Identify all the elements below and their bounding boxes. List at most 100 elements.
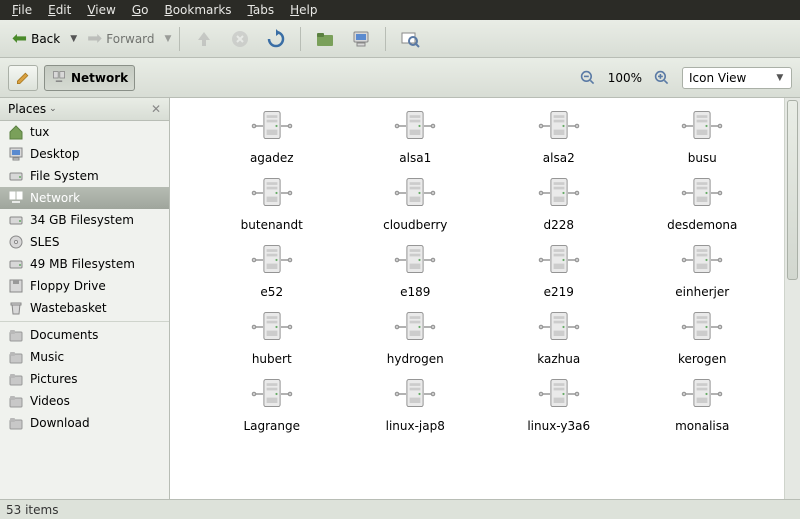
view-mode-select[interactable]: Icon View ▼ xyxy=(682,67,792,89)
sidebar-item-documents[interactable]: Documents xyxy=(0,324,169,346)
host-label: e219 xyxy=(544,285,574,299)
sidebar-item-label: Network xyxy=(30,191,80,205)
folder-home-icon xyxy=(315,29,335,49)
network-host[interactable]: linux-y3a6 xyxy=(497,376,621,433)
network-host[interactable]: einherjer xyxy=(641,242,765,299)
location-network-button[interactable]: Network xyxy=(44,65,135,91)
zoom-in-button[interactable] xyxy=(648,67,676,89)
network-host[interactable]: e219 xyxy=(497,242,621,299)
network-host[interactable]: kazhua xyxy=(497,309,621,366)
host-label: kazhua xyxy=(537,352,580,366)
network-host[interactable]: alsa1 xyxy=(354,108,478,165)
sidebar-item-wastebasket[interactable]: Wastebasket xyxy=(0,297,169,319)
network-host[interactable]: kerogen xyxy=(641,309,765,366)
search-button[interactable] xyxy=(394,26,426,52)
sidebar-item-pictures[interactable]: Pictures xyxy=(0,368,169,390)
server-icon xyxy=(537,309,581,348)
separator xyxy=(385,27,386,51)
view-mode-label: Icon View xyxy=(689,71,746,85)
zoom-in-icon xyxy=(654,70,670,86)
network-host[interactable]: hubert xyxy=(210,309,334,366)
network-host[interactable]: monalisa xyxy=(641,376,765,433)
menu-go[interactable]: Go xyxy=(124,1,157,19)
sidebar-item-music[interactable]: Music xyxy=(0,346,169,368)
zoom-percent: 100% xyxy=(608,71,642,85)
icon-view[interactable]: agadez alsa1 alsa2 busu butenandt cloudb… xyxy=(170,98,784,499)
sidebar: Places ⌄ ✕ tux Desktop File System Network 3… xyxy=(0,98,170,499)
sidebar-title: Places xyxy=(8,102,46,116)
computer-button[interactable] xyxy=(345,26,377,52)
network-host[interactable]: hydrogen xyxy=(354,309,478,366)
sidebar-item-label: Desktop xyxy=(30,147,80,161)
server-icon xyxy=(680,108,724,147)
network-host[interactable]: e189 xyxy=(354,242,478,299)
sidebar-item-label: Pictures xyxy=(30,372,78,386)
sidebar-item-tux[interactable]: tux xyxy=(0,121,169,143)
server-icon xyxy=(250,376,294,415)
back-button[interactable]: ⬅ Back xyxy=(6,25,66,52)
close-sidebar-button[interactable]: ✕ xyxy=(151,102,161,116)
back-label: Back xyxy=(31,32,60,46)
sidebar-item-label: Videos xyxy=(30,394,70,408)
sidebar-item-34-gb-filesystem[interactable]: 34 GB Filesystem xyxy=(0,209,169,231)
host-label: einherjer xyxy=(675,285,729,299)
search-icon xyxy=(400,29,420,49)
server-icon xyxy=(537,175,581,214)
sidebar-item-label: Wastebasket xyxy=(30,301,107,315)
server-icon xyxy=(537,242,581,281)
network-host[interactable]: Lagrange xyxy=(210,376,334,433)
sidebar-item-file-system[interactable]: File System xyxy=(0,165,169,187)
menu-edit[interactable]: Edit xyxy=(40,1,79,19)
places-dropdown[interactable]: Places ⌄ xyxy=(8,102,57,116)
server-icon xyxy=(537,376,581,415)
location-bar: Network 100% Icon View ▼ xyxy=(0,58,800,98)
chevron-down-icon: ▼ xyxy=(776,73,783,83)
host-label: kerogen xyxy=(678,352,727,366)
sidebar-item-label: Download xyxy=(30,416,90,430)
status-text: 53 items xyxy=(6,503,58,517)
sidebar-item-49-mb-filesystem[interactable]: 49 MB Filesystem xyxy=(0,253,169,275)
network-host[interactable]: e52 xyxy=(210,242,334,299)
host-label: monalisa xyxy=(675,419,729,433)
sidebar-item-network[interactable]: Network xyxy=(0,187,169,209)
network-host[interactable]: alsa2 xyxy=(497,108,621,165)
sidebar-item-videos[interactable]: Videos xyxy=(0,390,169,412)
host-label: Lagrange xyxy=(243,419,300,433)
up-icon xyxy=(194,29,214,49)
zoom-out-button[interactable] xyxy=(574,67,602,89)
network-host[interactable]: d228 xyxy=(497,175,621,232)
reload-button[interactable] xyxy=(260,26,292,52)
network-host[interactable]: agadez xyxy=(210,108,334,165)
server-icon xyxy=(680,175,724,214)
scrollbar-thumb[interactable] xyxy=(787,100,798,280)
sidebar-item-desktop[interactable]: Desktop xyxy=(0,143,169,165)
server-icon xyxy=(680,242,724,281)
menu-bookmarks[interactable]: Bookmarks xyxy=(156,1,239,19)
server-icon xyxy=(250,309,294,348)
home-button[interactable] xyxy=(309,26,341,52)
network-host[interactable]: butenandt xyxy=(210,175,334,232)
menu-view[interactable]: View xyxy=(79,1,123,19)
host-label: e189 xyxy=(400,285,430,299)
statusbar: 53 items xyxy=(0,499,800,519)
icon-grid: agadez alsa1 alsa2 busu butenandt cloudb… xyxy=(210,108,764,433)
back-history-dropdown[interactable]: ▼ xyxy=(70,34,77,44)
menu-help[interactable]: Help xyxy=(282,1,325,19)
network-host[interactable]: linux-jap8 xyxy=(354,376,478,433)
server-icon xyxy=(393,242,437,281)
host-label: linux-jap8 xyxy=(386,419,445,433)
location-label: Network xyxy=(71,71,128,85)
network-host[interactable]: desdemona xyxy=(641,175,765,232)
sidebar-item-download[interactable]: Download xyxy=(0,412,169,434)
vertical-scrollbar[interactable] xyxy=(784,98,800,499)
network-host[interactable]: cloudberry xyxy=(354,175,478,232)
menu-tabs[interactable]: Tabs xyxy=(240,1,283,19)
edit-location-button[interactable] xyxy=(8,65,38,91)
sidebar-item-label: Music xyxy=(30,350,64,364)
menu-file[interactable]: File xyxy=(4,1,40,19)
sidebar-item-floppy-drive[interactable]: Floppy Drive xyxy=(0,275,169,297)
host-label: hydrogen xyxy=(387,352,444,366)
sidebar-item-label: SLES xyxy=(30,235,60,249)
sidebar-item-sles[interactable]: SLES xyxy=(0,231,169,253)
network-host[interactable]: busu xyxy=(641,108,765,165)
